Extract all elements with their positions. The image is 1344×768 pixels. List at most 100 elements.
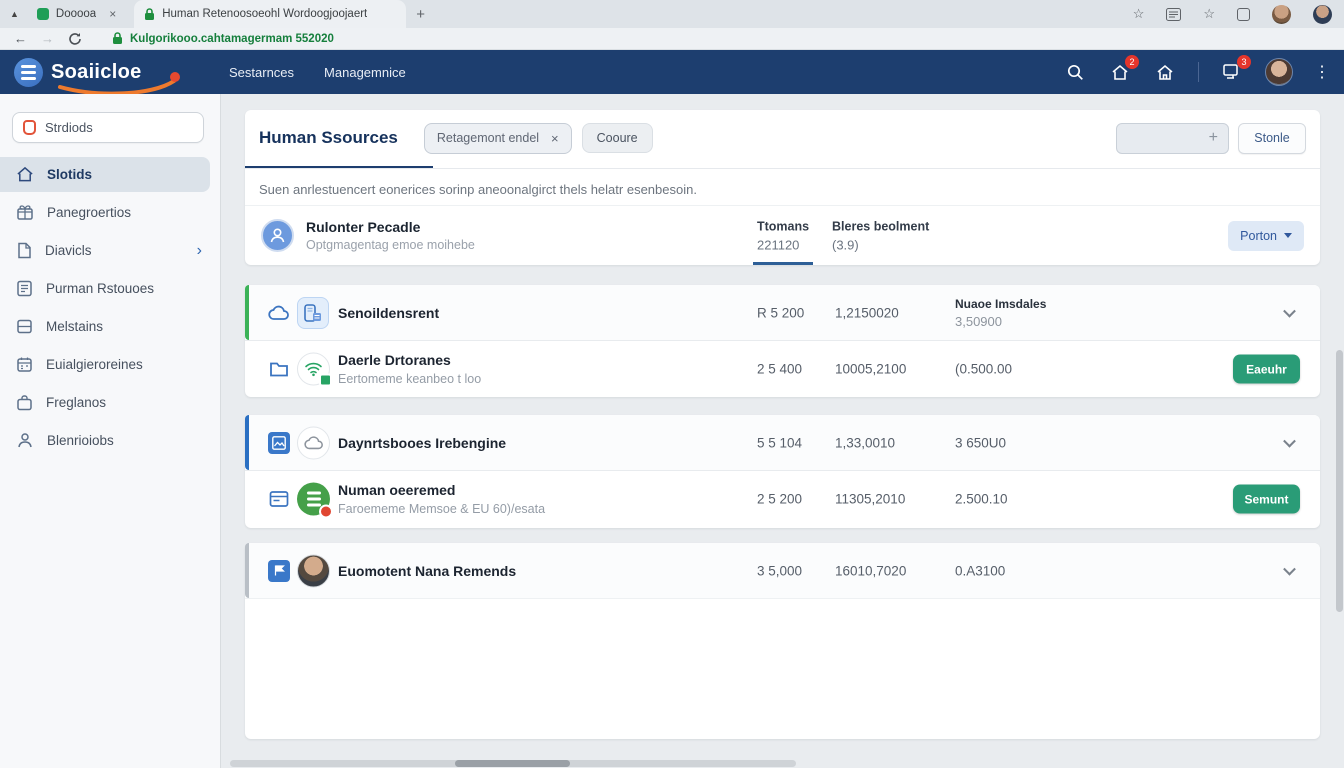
extensions-icon[interactable] [1237,8,1250,21]
browser-tabstrip: ▲ Dooooa × Human Retenoosoeohl Wordoogjo… [0,0,1344,28]
row-value-3: (0.500.00 [955,362,1012,377]
row-value-2: 16010,7020 [835,563,906,578]
browser-tab-active[interactable]: Human Retenoosoeohl Wordoogjoojaert [134,0,406,28]
browser-profile-avatar[interactable] [1272,5,1291,24]
home-icon [16,166,34,183]
app-logo[interactable]: Soaiicloe [14,58,199,87]
cloud-icon [268,305,290,321]
row-value-3: 2.500.10 [955,492,1008,507]
gift-box-icon [16,204,34,221]
stat-tokens[interactable]: Ttomans 221120 [757,219,809,252]
row-title: Numan oeeremed [338,482,545,498]
chip-close-icon[interactable]: × [551,131,559,146]
person-photo-avatar [297,554,330,587]
table-row[interactable]: Euomotent Nana Remends 3 5,000 16010,702… [245,543,1320,599]
logo-icon [14,58,43,87]
search-icon[interactable] [1063,60,1087,84]
reload-button[interactable] [68,32,82,46]
sidebar-item-meetings[interactable]: Melstains [0,309,210,344]
row-value-1: R 5 200 [757,305,804,320]
chevron-down-icon[interactable] [1283,434,1296,447]
service-status-icon [297,483,330,516]
sidebar-search-value: Strdiods [45,120,93,135]
user-avatar[interactable] [1265,58,1293,86]
row-value-2: 1,33,0010 [835,435,895,450]
plus-icon[interactable]: + [1209,129,1218,147]
browser-corner-icon: ▲ [10,9,19,19]
main-content: Human Ssources Retagemont endel × Cooure… [221,94,1344,768]
status-badge [319,374,332,387]
profile-avatar-icon [261,219,294,252]
service-group-2: Daynrtsbooes Irebengine 5 5 104 1,33,001… [245,415,1320,528]
table-row[interactable]: Numan oeeremed Faroememe Memsoe & EU 60)… [245,471,1320,527]
sidebar-item-programs[interactable]: Freglanos [0,385,210,420]
row-accent-blue [245,415,249,470]
notifications-home-icon[interactable]: 2 [1108,60,1132,84]
clear-filter-button[interactable]: Cooure [582,123,653,153]
table-row[interactable]: Daynrtsbooes Irebengine 5 5 104 1,33,001… [245,415,1320,471]
reading-list-icon[interactable] [1166,8,1181,21]
browser-tab-inactive[interactable]: Dooooa × [27,0,126,28]
row-title: Senoildensrent [338,305,439,321]
sidebar-item-label: Melstains [46,319,103,334]
row-action-button[interactable]: Semunt [1233,485,1300,514]
profile-row: Rulonter Pecadle Optgmagentag emoe moihe… [245,205,1320,265]
bookmark-star-icon[interactable]: ☆ [1133,6,1145,22]
new-tab-button[interactable]: + [416,6,425,23]
row-action-button[interactable]: Eaeuhr [1233,355,1300,384]
kebab-menu-icon[interactable]: ⋮ [1314,62,1330,82]
horizontal-scrollbar-thumb[interactable] [455,760,570,767]
caret-down-icon [1284,233,1292,238]
chevron-down-icon[interactable] [1283,562,1296,575]
sidebar-item-home[interactable]: Slotids [0,157,210,192]
forward-button[interactable]: → [41,32,54,45]
briefcase-icon [16,395,33,411]
service-group-1: Senoildensrent R 5 200 1,2150020 Nuaoe I… [245,285,1320,397]
stat-label: Ttomans [757,219,809,233]
star-icon[interactable]: ☆ [1203,6,1215,22]
nav-item-services[interactable]: Sestarnces [229,65,294,80]
search-shield-icon [23,120,36,135]
row-value-2: 10005,2100 [835,362,906,377]
stat-enrollment[interactable]: Bleres beolment (3.9) [832,219,929,252]
table-row[interactable]: Senoildensrent R 5 200 1,2150020 Nuaoe I… [245,285,1320,341]
chevron-down-icon[interactable] [1283,304,1296,317]
sidebar-item-documents[interactable]: Diavicls › [0,233,210,268]
home-icon[interactable] [1153,60,1177,84]
page-title: Human Ssources [259,128,398,148]
horizontal-scrollbar[interactable] [230,760,796,767]
nav-item-management[interactable]: Managemnice [324,65,406,80]
page-description: Suen anrlestuencert eonerices sorinp ane… [259,182,697,197]
tab-close-icon[interactable]: × [109,7,116,21]
browser-toolbar: ← → Kulgorikooo.cahtamagermam 552020 [0,28,1344,50]
filter-chip[interactable]: Retagemont endel × [424,123,572,154]
sidebar-item-human-resources[interactable]: Purman Rstouoes [0,271,210,306]
body: Strdiods Slotids Panegroertios Diavicls … [0,94,1344,768]
row-value-3: 3 650U0 [955,435,1006,450]
vertical-scrollbar-thumb[interactable] [1336,350,1343,612]
table-row[interactable]: Daerle Drtoranes Eertomeme keanbeo t loo… [245,341,1320,397]
quantity-stepper[interactable]: + [1116,123,1229,154]
browser-profile-avatar-2[interactable] [1313,5,1332,24]
sidebar-item-people[interactable]: Blenrioiobs [0,423,210,458]
card-icon [16,318,33,335]
sidebar-item-label: Panegroertios [47,205,131,220]
sidebar-item-categories[interactable]: Panegroertios [0,195,210,230]
brand-name: Soaiicloe [51,61,142,84]
sidebar-search-input[interactable]: Strdiods [12,112,204,143]
devices-icon[interactable]: 3 [1220,60,1244,84]
filter-chip-label: Retagemont endel [437,131,539,145]
tab-title: Human Retenoosoeohl Wordoogjoojaert [162,8,367,20]
row-title: Euomotent Nana Remends [338,563,516,579]
profile-action-button[interactable]: Porton [1228,221,1304,251]
person-icon [16,432,34,449]
save-button[interactable]: Stonle [1238,123,1306,154]
back-button[interactable]: ← [14,32,27,45]
device-calendar-icon [297,297,329,329]
row-value-1: 3 5,000 [757,563,802,578]
header-divider [1198,62,1199,82]
row-value-3: Nuaoe Imsdales 3,50900 [955,297,1046,329]
sidebar-item-calendar[interactable]: Euialgieroreines [0,347,210,382]
address-bar[interactable]: Kulgorikooo.cahtamagermam 552020 [112,32,334,45]
cloud-sync-icon [297,426,330,459]
